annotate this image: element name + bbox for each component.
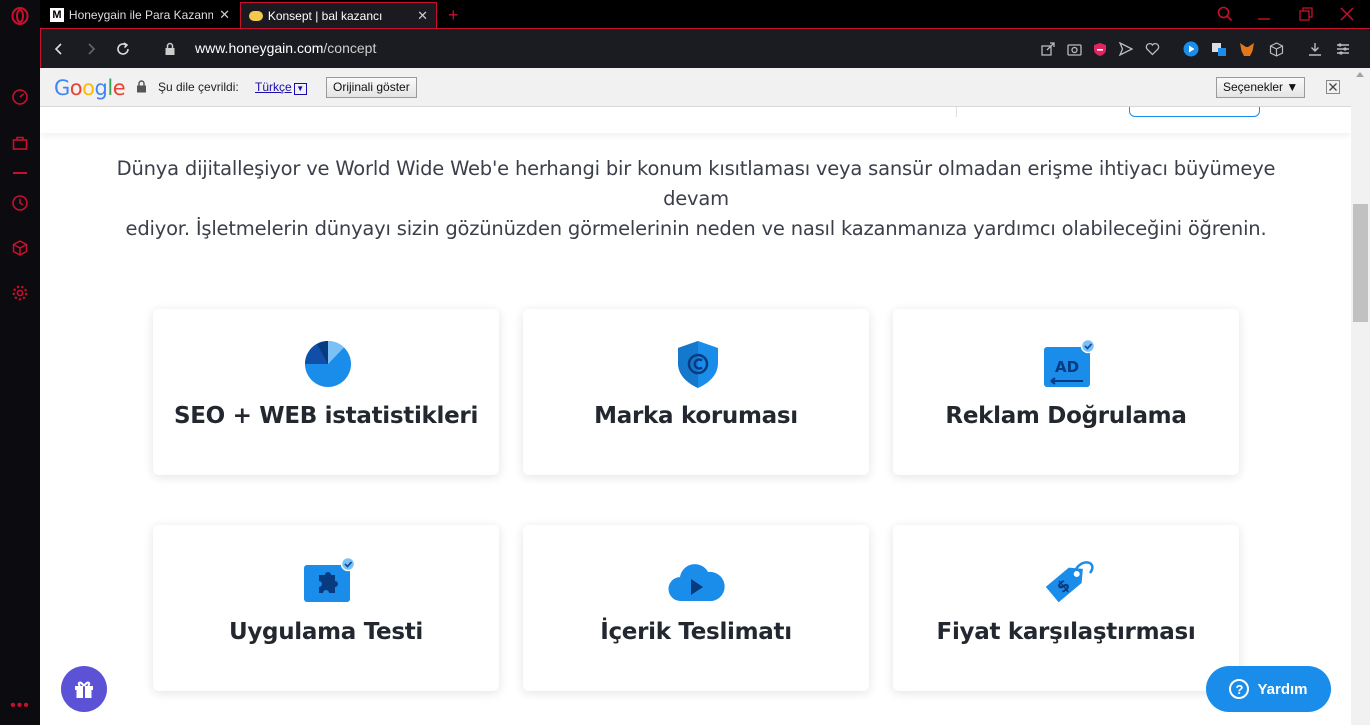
card-label: Marka koruması [594,403,798,429]
honeygain-favicon-icon [249,10,263,21]
metamask-fox-icon[interactable] [1238,40,1256,58]
copyright-shield-icon [673,339,723,389]
web-page: Dünya dijitalleşiyor ve World Wide Web'e… [40,107,1351,725]
card-label: Reklam Doğrulama [945,403,1187,429]
cloud-play-icon [667,555,725,605]
feature-card-app-testing[interactable]: Uygulama Testi [153,525,499,691]
extensions-cube-icon[interactable] [10,238,30,258]
language-value: Türkçe [255,80,292,94]
card-label: Uygulama Testi [228,619,423,645]
tab-title: Konsept | bal kazancı [267,8,383,23]
share-icon[interactable] [1039,40,1057,58]
more-dots-icon[interactable]: ••• [10,696,30,716]
feature-card-price-comparison[interactable]: $ Fiyat karşılaştırması [893,525,1239,691]
language-select[interactable]: Türkçe ▼ [255,80,307,95]
lock-icon[interactable] [160,39,180,59]
gift-icon [75,681,93,698]
speed-dial-icon[interactable] [10,87,30,107]
card-label: SEO + WEB istatistikleri [173,403,479,429]
google-translate-bar: Google Şu dile çevrildi: Türkçe ▼ Orijina… [40,68,1351,107]
scroll-up-arrow-icon[interactable] [1356,72,1364,77]
heart-icon[interactable] [1143,40,1161,58]
pie-chart-icon [303,339,353,389]
new-tab-button[interactable]: + [440,2,464,28]
address-bar: www.honeygain.com/concept [40,28,1370,68]
translate-options-button[interactable]: Seçenekler ▼ [1216,77,1306,98]
google-logo: Google [54,76,126,100]
page-scrollbar[interactable] [1351,68,1370,725]
question-icon: ? [1229,679,1250,699]
history-clock-icon[interactable] [10,193,30,213]
feature-card-ad-verification[interactable]: AD Reklam Doğrulama [893,309,1239,475]
tab-bar: M Honeygain ile Para Kazanm ✕ Konsept | … [40,0,1370,28]
close-tab-icon[interactable]: ✕ [417,8,428,24]
opera-logo-icon[interactable] [10,6,30,26]
url-path: /concept [323,40,377,56]
adblock-shield-icon[interactable] [1091,40,1109,58]
snapshot-camera-icon[interactable] [1065,40,1083,58]
help-label: Yardım [1257,680,1308,698]
settings-gear-icon[interactable] [10,283,30,303]
sidebar-separator [13,172,27,174]
tab-honeygain-money[interactable]: M Honeygain ile Para Kazanm ✕ [42,2,238,28]
translated-to-label: Şu dile çevrildi: [158,80,239,94]
download-icon[interactable] [1306,40,1324,58]
dropdown-arrow-icon: ▼ [293,83,307,95]
extensions-box-icon[interactable] [1267,40,1285,58]
translate-extension-icon[interactable] [1210,40,1228,58]
tab-title: Honeygain ile Para Kazanm [68,8,214,22]
url-field[interactable]: www.honeygain.com/concept [195,40,376,56]
close-tab-icon[interactable]: ✕ [219,7,230,23]
back-icon[interactable] [49,39,69,59]
forward-icon[interactable] [81,39,101,59]
gift-button[interactable] [61,666,107,712]
reload-icon[interactable] [113,39,133,59]
help-button[interactable]: ? Yardım [1206,666,1331,712]
price-tag-icon: $ [1038,555,1098,605]
header-cta-button[interactable] [1129,107,1260,117]
player-extension-icon[interactable] [1182,40,1200,58]
feature-card-seo[interactable]: SEO + WEB istatistikleri [153,309,499,475]
puzzle-verified-icon [303,555,356,605]
show-original-button[interactable]: Orijinali göster [326,77,417,98]
feature-card-content-delivery[interactable]: İçerik Teslimatı [523,525,869,691]
tab-konsept[interactable]: Konsept | bal kazancı ✕ [240,2,437,28]
header-divider [956,107,957,117]
intro-text: Dünya dijitalleşiyor ve World Wide Web'e… [100,154,1292,244]
intro-line-1: Dünya dijitalleşiyor ve World Wide Web'e… [116,157,1276,210]
scrollbar-thumb[interactable] [1353,204,1368,322]
send-arrow-icon[interactable] [1117,40,1135,58]
browser-sidebar: ••• [0,0,40,725]
close-window-icon[interactable] [1337,4,1357,24]
medium-favicon-icon: M [50,8,64,22]
svg-text:AD: AD [1055,358,1079,376]
card-label: Fiyat karşılaştırması [936,619,1196,645]
search-icon[interactable] [1215,4,1235,24]
ad-verified-icon: AD [1043,338,1096,389]
lock-icon [136,80,147,98]
restore-icon[interactable] [1296,4,1316,24]
site-header [40,107,1351,133]
easy-setup-menu-icon[interactable] [1334,40,1352,58]
feature-card-brand-protection[interactable]: Marka koruması [523,309,869,475]
url-domain: www.honeygain.com [195,40,324,56]
minimize-icon[interactable] [1254,4,1274,24]
close-translate-bar-icon[interactable] [1326,80,1340,94]
intro-line-2: ediyor. İşletmelerin dünyayı sizin gözün… [125,217,1267,240]
bag-icon[interactable] [10,133,30,153]
card-label: İçerik Teslimatı [600,619,792,645]
